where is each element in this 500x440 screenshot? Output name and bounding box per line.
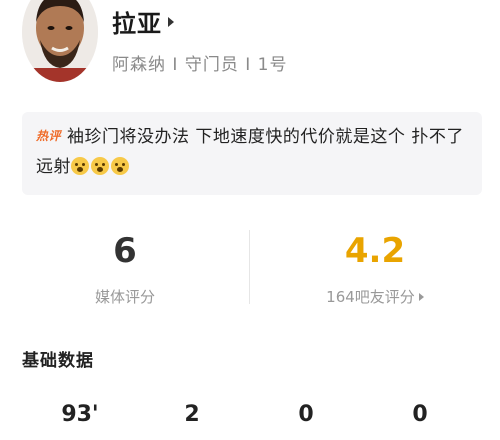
hot-comment-tag: 热评	[36, 129, 62, 143]
fan-rating[interactable]: 4.2 164吧友评分	[250, 222, 500, 307]
basic-stats-row: 93' 2 0 0	[0, 402, 500, 438]
fan-rating-label[interactable]: 164吧友评分	[326, 286, 424, 307]
media-rating-label-text: 媒体评分	[94, 288, 155, 306]
shocked-face-emoji-icon	[91, 157, 109, 175]
fan-rating-value: 4.2	[344, 231, 406, 271]
stat-value: 2	[184, 402, 200, 427]
chevron-right-icon	[168, 16, 174, 27]
ratings-panel: 6 媒体评分 4.2 164吧友评分	[0, 222, 500, 322]
player-photo	[22, 0, 98, 82]
media-rating-value: 6	[113, 231, 137, 271]
stat-value: 0	[298, 402, 314, 427]
emoji-group	[71, 157, 131, 177]
shocked-face-emoji-icon	[111, 157, 129, 175]
hot-comment-card[interactable]: 热评 袖珍门将没办法 下地速度快的代价就是这个 扑不了远射	[22, 112, 482, 195]
player-name: 拉亚	[112, 10, 162, 38]
player-header: 拉亚 阿森纳 I 守门员 I 1号	[0, 0, 500, 105]
player-avatar[interactable]	[22, 0, 98, 82]
media-rating: 6 媒体评分	[0, 222, 250, 307]
chevron-right-icon	[418, 292, 424, 301]
stat-value: 93'	[61, 402, 99, 427]
media-rating-label: 媒体评分	[95, 286, 155, 307]
fan-rating-label-text: 164吧友评分	[326, 288, 415, 306]
player-name-link[interactable]: 拉亚	[112, 4, 174, 39]
shocked-face-emoji-icon	[71, 157, 89, 175]
player-meta: 阿森纳 I 守门员 I 1号	[112, 55, 288, 75]
stat-value: 0	[412, 402, 428, 427]
basic-stats-title: 基础数据	[22, 351, 94, 371]
